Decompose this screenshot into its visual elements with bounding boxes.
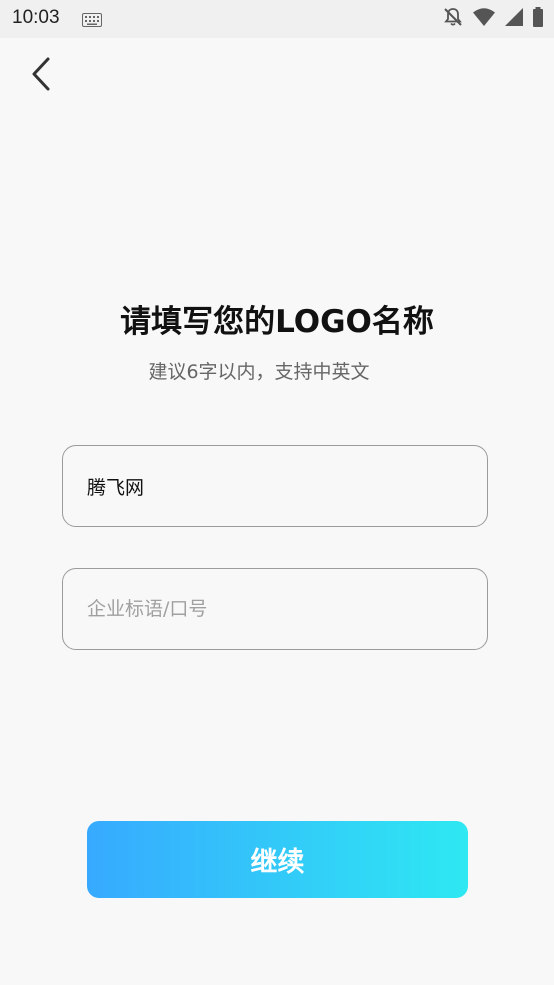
chevron-left-icon — [30, 56, 52, 96]
slogan-input[interactable] — [87, 598, 457, 620]
slogan-field[interactable] — [62, 568, 488, 650]
status-bar: 10:03 — [0, 0, 554, 38]
continue-button[interactable]: 继续 — [87, 821, 468, 898]
logo-name-input[interactable] — [87, 475, 457, 497]
page-subtitle: 建议6字以内，支持中英文 — [148, 361, 370, 383]
back-button[interactable] — [24, 56, 58, 96]
battery-icon — [532, 6, 544, 32]
notifications-off-icon — [442, 6, 464, 32]
status-icons — [442, 6, 544, 32]
logo-name-field[interactable] — [62, 445, 488, 527]
page-title: 请填写您的LOGO名称 — [120, 304, 434, 340]
keyboard-icon — [82, 12, 102, 27]
signal-icon — [504, 6, 524, 32]
status-time: 10:03 — [12, 7, 60, 28]
wifi-icon — [472, 6, 496, 32]
